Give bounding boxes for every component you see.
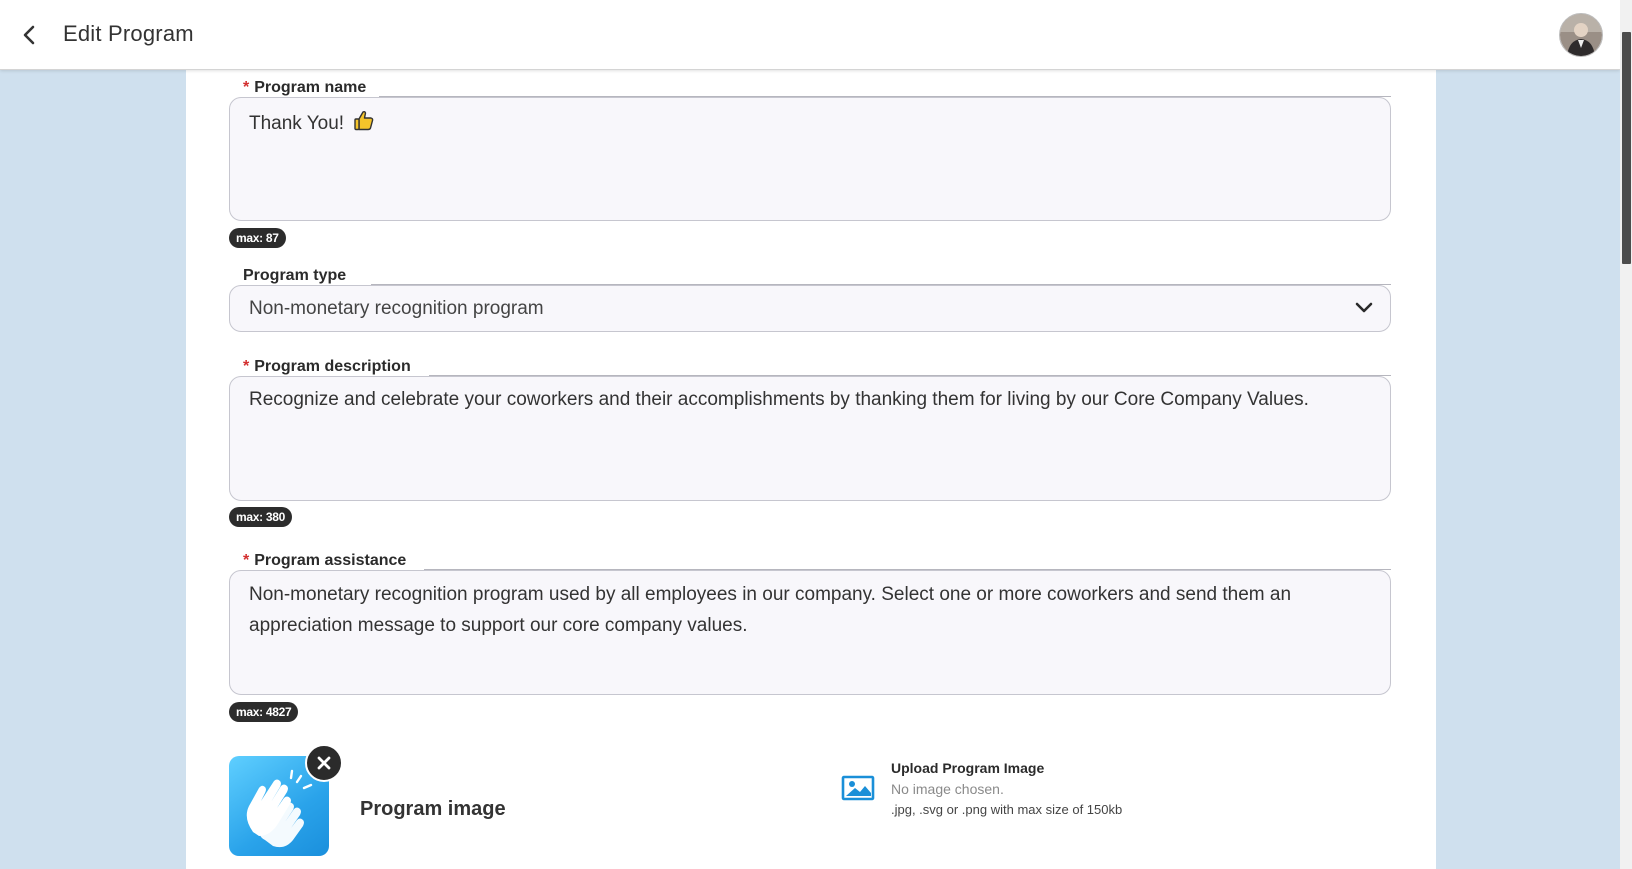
upload-status: No image chosen. [891, 781, 1004, 797]
program-description-field: Recognize and celebrate your coworkers a… [229, 357, 1391, 501]
required-mark: * [243, 552, 250, 569]
program-name-max-badge: max: 87 [229, 228, 286, 248]
program-description-label: * Program description [239, 358, 417, 376]
top-bar: Edit Program [0, 0, 1620, 70]
program-assistance-value: Non-monetary recognition program used by… [249, 584, 1292, 636]
thumbs-up-icon [354, 110, 374, 131]
page-title: Edit Program [63, 21, 194, 46]
program-name-value: Thank You! [249, 113, 345, 134]
required-mark: * [243, 358, 250, 375]
chevron-down-icon[interactable] [1354, 300, 1374, 316]
image-icon[interactable] [841, 774, 875, 802]
program-name-field: Thank You! * Program name [229, 79, 1391, 221]
program-name-label: * Program name [239, 79, 373, 97]
remove-image-button[interactable] [305, 744, 343, 782]
program-type-select[interactable]: Non-monetary recognition program [229, 285, 1391, 332]
program-description-input[interactable]: Recognize and celebrate your coworkers a… [229, 376, 1391, 501]
program-assistance-max-badge: max: 4827 [229, 702, 299, 722]
required-mark: * [243, 79, 250, 96]
upload-program-image-link[interactable]: Upload Program Image [891, 760, 1044, 776]
program-type-value: Non-monetary recognition program [249, 298, 544, 319]
program-type-field: Non-monetary recognition program Program… [229, 266, 1391, 332]
program-description-value: Recognize and celebrate your coworkers a… [249, 389, 1309, 410]
scrollbar-thumb[interactable] [1622, 32, 1631, 264]
user-avatar-icon [1560, 14, 1602, 56]
program-description-max-badge: max: 380 [229, 507, 292, 527]
program-image-label: Program image [360, 798, 506, 820]
back-button[interactable] [14, 20, 44, 50]
program-assistance-input[interactable]: Non-monetary recognition program used by… [229, 570, 1391, 695]
close-icon [317, 756, 331, 770]
upload-hint: .jpg, .svg or .png with max size of 150k… [891, 802, 1123, 817]
program-assistance-label: * Program assistance [239, 552, 413, 570]
chevron-left-icon [23, 25, 35, 45]
program-type-label: Program type [239, 267, 353, 285]
avatar[interactable] [1559, 13, 1603, 57]
program-name-input[interactable]: Thank You! [229, 97, 1391, 221]
program-assistance-field: Non-monetary recognition program used by… [229, 550, 1391, 695]
